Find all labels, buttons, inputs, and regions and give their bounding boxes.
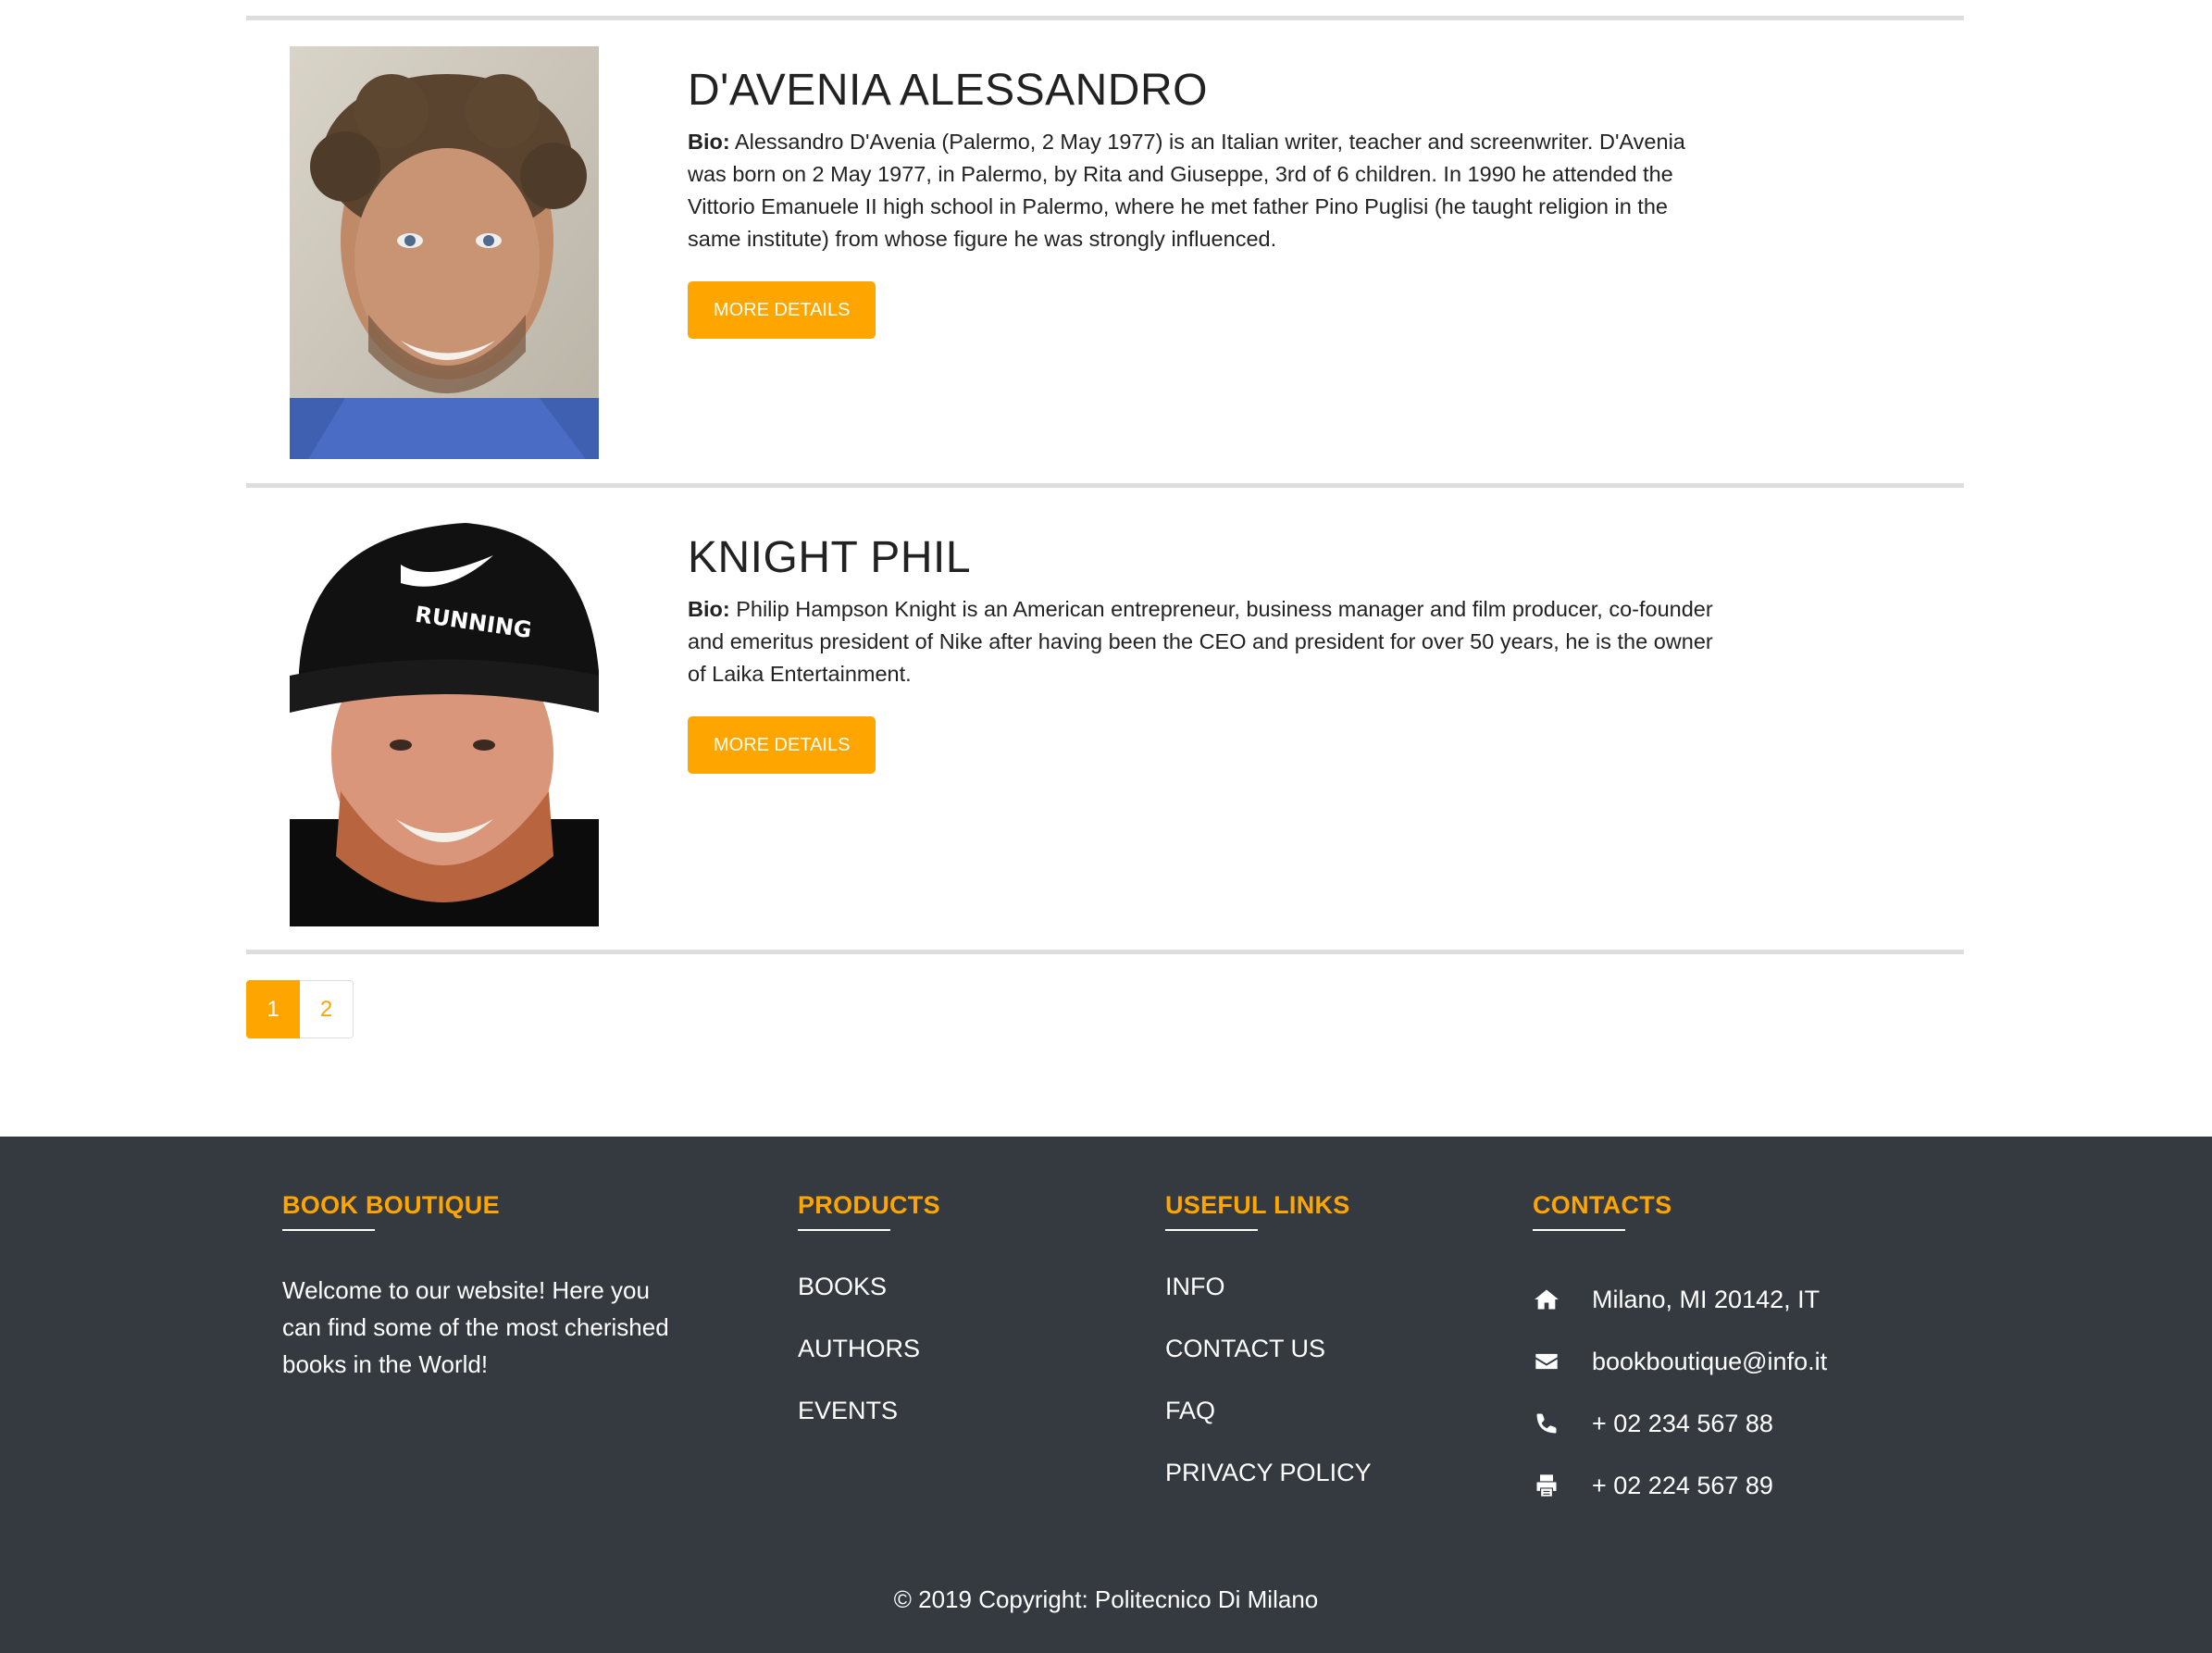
bio-label: Bio: (688, 130, 730, 154)
contact-email: bookboutique@info.it (1533, 1330, 1827, 1392)
author-photo[interactable] (290, 46, 599, 459)
page-1-button[interactable]: 1 (246, 980, 300, 1038)
contact-text[interactable]: bookboutique@info.it (1592, 1343, 1827, 1380)
more-details-button[interactable]: MORE DETAILS (688, 716, 876, 774)
bio-label: Bio: (688, 597, 730, 621)
author-name: D'AVENIA ALESSANDRO (688, 66, 1208, 115)
heading-underline (1533, 1229, 1625, 1231)
contact-text: Milano, MI 20142, IT (1592, 1285, 1821, 1313)
contact-text: + 02 224 567 89 (1592, 1471, 1773, 1499)
footer-link-privacy-policy[interactable]: PRIVACY POLICY (1165, 1454, 1372, 1516)
contact-text: + 02 234 567 88 (1592, 1409, 1773, 1437)
footer: BOOK BOUTIQUE Welcome to our website! He… (0, 1137, 2212, 1653)
footer-link-contact-us[interactable]: CONTACT US (1165, 1330, 1372, 1392)
author-card: RUNNING KNIGHT PHIL Bio: Philip Hampson … (246, 514, 1964, 949)
pagination: 1 2 (246, 980, 354, 1038)
row-divider (246, 950, 1964, 954)
footer-products: PRODUCTS BOOKS AUTHORS EVENTS (798, 1187, 940, 1454)
contact-list: Milano, MI 20142, IT bookboutique@info.i… (1533, 1268, 1827, 1516)
footer-contacts: CONTACTS Milano, MI 20142, IT bookboutiq… (1533, 1187, 1827, 1516)
footer-link-events[interactable]: EVENTS (798, 1392, 940, 1454)
bio-text: Philip Hampson Knight is an American ent… (688, 597, 1713, 686)
home-icon (1533, 1286, 1560, 1313)
footer-useful-links: USEFUL LINKS INFO CONTACT US FAQ PRIVACY… (1165, 1187, 1372, 1516)
contact-address: Milano, MI 20142, IT (1533, 1268, 1827, 1330)
contact-fax: + 02 224 567 89 (1533, 1454, 1827, 1516)
footer-about-text: Welcome to our website! Here you can fin… (282, 1276, 669, 1378)
footer-about: BOOK BOUTIQUE Welcome to our website! He… (282, 1187, 690, 1383)
heading-underline (282, 1229, 375, 1231)
more-details-button[interactable]: MORE DETAILS (688, 281, 876, 339)
footer-heading: PRODUCTS (798, 1191, 940, 1219)
row-divider (246, 16, 1964, 20)
bio-text: Alessandro D'Avenia (Palermo, 2 May 1977… (688, 130, 1685, 251)
footer-products-links: BOOKS AUTHORS EVENTS (798, 1268, 940, 1454)
row-divider (246, 483, 1964, 488)
author-name: KNIGHT PHIL (688, 533, 972, 582)
footer-heading: BOOK BOUTIQUE (282, 1191, 500, 1219)
footer-link-books[interactable]: BOOKS (798, 1268, 940, 1330)
footer-heading: CONTACTS (1533, 1191, 1672, 1219)
heading-underline (798, 1229, 890, 1231)
author-info: D'AVENIA ALESSANDRO Bio: Alessandro D'Av… (688, 46, 1715, 339)
footer-useful-list: INFO CONTACT US FAQ PRIVACY POLICY (1165, 1268, 1372, 1516)
author-photo[interactable]: RUNNING (290, 514, 599, 926)
author-card: D'AVENIA ALESSANDRO Bio: Alessandro D'Av… (246, 46, 1964, 481)
heading-underline (1165, 1229, 1258, 1231)
page: D'AVENIA ALESSANDRO Bio: Alessandro D'Av… (0, 0, 2212, 1653)
page-2-button[interactable]: 2 (300, 980, 354, 1038)
footer-link-info[interactable]: INFO (1165, 1268, 1372, 1330)
copyright: © 2019 Copyright: Politecnico Di Milano (893, 1585, 1319, 1613)
envelope-icon (1533, 1348, 1560, 1375)
print-icon (1533, 1472, 1560, 1499)
contact-phone: + 02 234 567 88 (1533, 1392, 1827, 1454)
footer-heading: USEFUL LINKS (1165, 1191, 1350, 1219)
author-bio: Bio: Alessandro D'Avenia (Palermo, 2 May… (688, 126, 1715, 255)
author-info: KNIGHT PHIL Bio: Philip Hampson Knight i… (688, 514, 1715, 774)
footer-link-authors[interactable]: AUTHORS (798, 1330, 940, 1392)
author-bio: Bio: Philip Hampson Knight is an America… (688, 593, 1715, 690)
footer-link-faq[interactable]: FAQ (1165, 1392, 1372, 1454)
phone-icon (1533, 1410, 1560, 1437)
